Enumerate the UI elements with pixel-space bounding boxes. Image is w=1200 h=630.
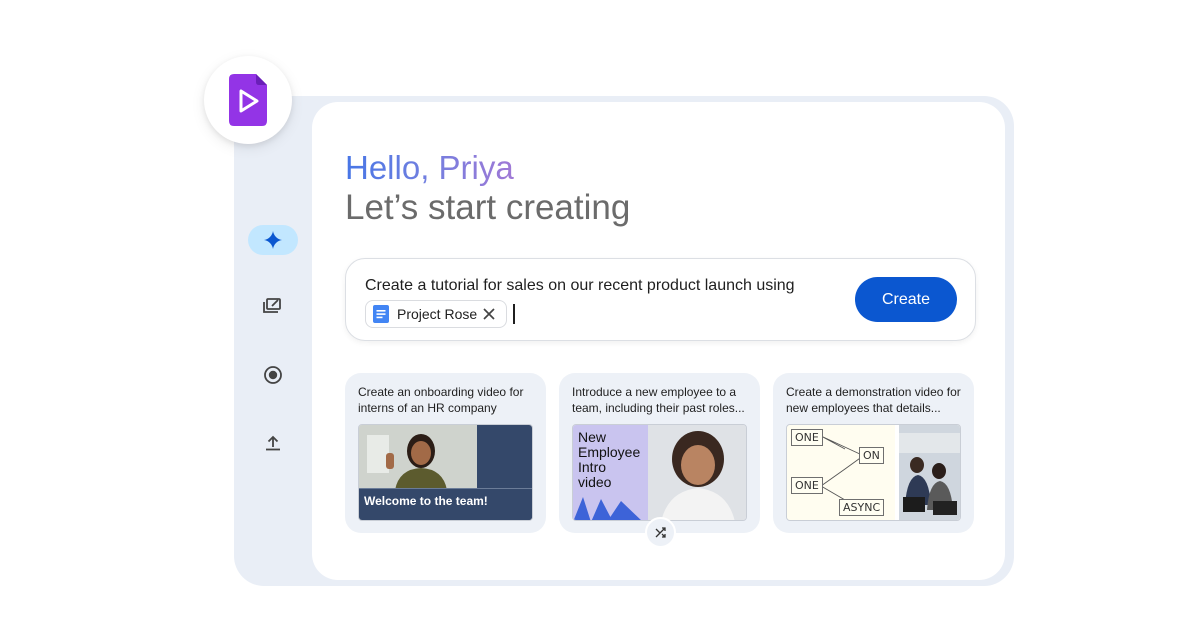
diagram-label: ONE	[791, 477, 823, 494]
rail-item-templates[interactable]	[248, 291, 298, 321]
rail-item-record[interactable]	[248, 360, 298, 390]
create-button[interactable]: Create	[855, 277, 957, 322]
suggestion-text: Introduce a new employee to a team, incl…	[572, 385, 745, 415]
app-logo	[204, 56, 292, 144]
rail-item-upload[interactable]	[248, 428, 298, 458]
thumbnail-caption: Welcome to the team!	[359, 488, 532, 520]
suggestion-thumbnail: Welcome to the team!	[358, 424, 533, 521]
shuffle-suggestions-button[interactable]	[645, 517, 676, 548]
suggestion-text: Create a demonstration video for new emp…	[786, 385, 961, 415]
chip-remove-button[interactable]	[480, 305, 498, 323]
prompt-text[interactable]: Create a tutorial for sales on our recen…	[365, 277, 795, 295]
suggestion-card-intro[interactable]: Introduce a new employee to a team, incl…	[559, 373, 760, 533]
diagram-label: ON	[859, 447, 884, 464]
greeting-hello: Hello, Priya	[345, 149, 514, 186]
suggestion-thumbnail: New Employee Intro video	[572, 424, 747, 521]
sparkle-icon	[264, 231, 282, 249]
thumbnail-title: New Employee Intro video	[578, 429, 641, 490]
shuffle-icon	[655, 526, 666, 538]
record-icon	[264, 366, 282, 384]
doc-chip[interactable]: Project Rose	[365, 300, 507, 328]
suggestion-thumbnail: ONE ON ONE ASYNC	[786, 424, 961, 521]
close-icon	[483, 308, 495, 320]
diagram-label: ASYNC	[839, 499, 885, 516]
upload-icon	[266, 435, 280, 451]
gallery-edit-icon	[263, 298, 281, 313]
vids-logo-icon	[229, 74, 267, 126]
greeting-subtitle: Let’s start creating	[345, 188, 631, 227]
chip-label: Project Rose	[397, 306, 478, 322]
suggestion-text: Create an onboarding video for interns o…	[358, 385, 524, 415]
suggestion-card-demo[interactable]: Create a demonstration video for new emp…	[773, 373, 974, 533]
text-caret	[513, 304, 515, 324]
suggestion-card-onboarding[interactable]: Create an onboarding video for interns o…	[345, 373, 546, 533]
docs-icon	[373, 305, 389, 323]
diagram-label: ONE	[791, 429, 823, 446]
rail-item-create[interactable]	[248, 225, 298, 255]
prompt-box[interactable]: Create a tutorial for sales on our recen…	[345, 258, 976, 341]
